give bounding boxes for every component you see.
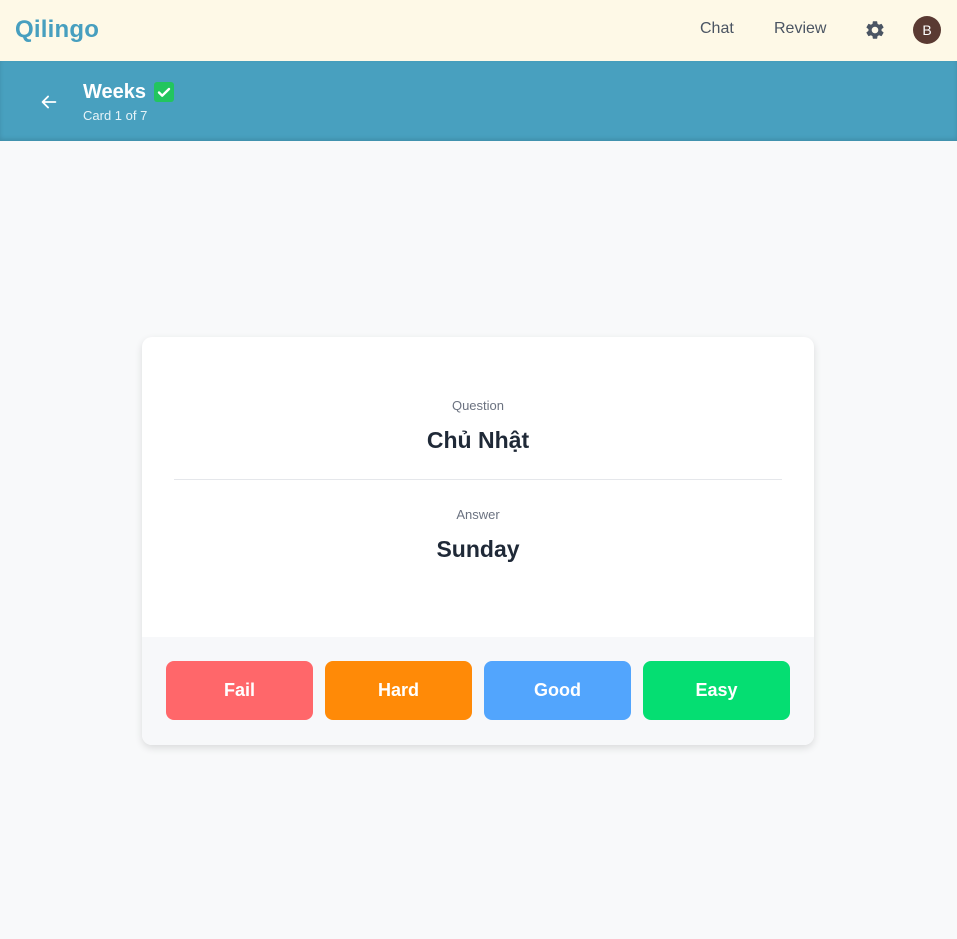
card-progress: Card 1 of 7: [83, 108, 148, 123]
easy-button[interactable]: Easy: [643, 661, 790, 720]
gear-icon[interactable]: [864, 19, 886, 41]
nav-review-link[interactable]: Review: [774, 20, 826, 38]
user-avatar[interactable]: B: [913, 16, 941, 44]
rating-footer: Fail Hard Good Easy: [142, 637, 814, 745]
question-label: Question: [451, 398, 505, 413]
deck-header: Weeks Card 1 of 7: [0, 61, 957, 141]
nav-chat-link[interactable]: Chat: [700, 20, 734, 38]
deck-title: Weeks: [83, 81, 147, 103]
hard-button[interactable]: Hard: [325, 661, 472, 720]
question-text: Chủ Nhật: [426, 427, 530, 453]
card-divider: [174, 479, 782, 480]
arrow-left-icon[interactable]: [38, 91, 60, 113]
flashcard: Question Chủ Nhật Answer Sunday Fail Har…: [142, 337, 814, 745]
answer-label: Answer: [456, 507, 500, 522]
good-button[interactable]: Good: [484, 661, 631, 720]
answer-text: Sunday: [436, 536, 520, 562]
top-navbar: Qilingo Chat Review B: [0, 0, 957, 61]
brand-logo[interactable]: Qilingo: [15, 16, 99, 44]
fail-button[interactable]: Fail: [166, 661, 313, 720]
check-icon: [154, 82, 174, 102]
